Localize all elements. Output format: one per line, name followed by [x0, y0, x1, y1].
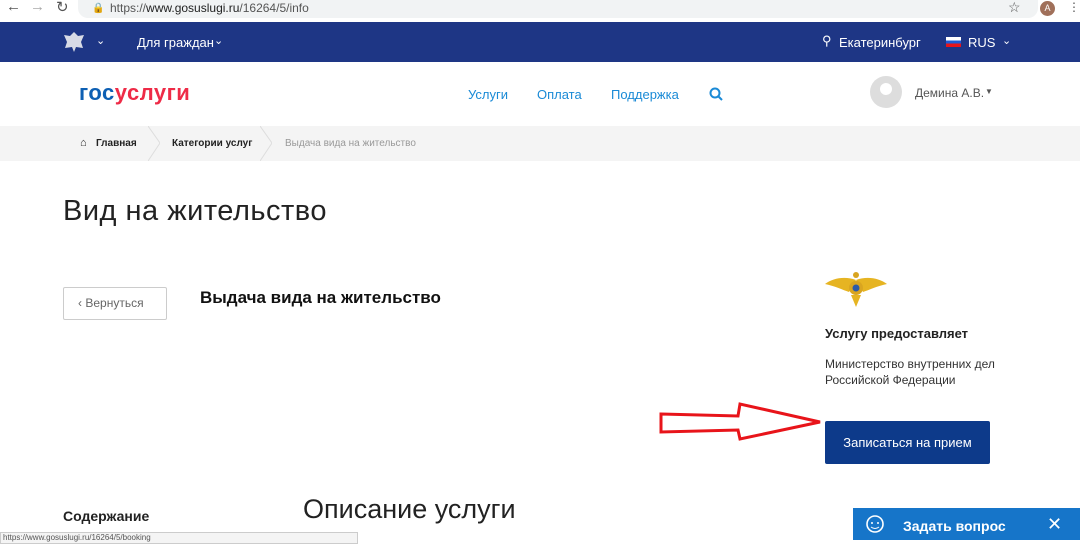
location-pin-icon: ⚲ [822, 33, 832, 48]
address-bar[interactable]: 🔒 https://www.gosuslugi.ru/16264/5/info [78, 0, 1038, 18]
description-heading: Описание услуги [303, 494, 516, 524]
ask-question-widget[interactable]: Задать вопрос ✕ [853, 508, 1080, 540]
forward-arrow-icon[interactable]: → [30, 0, 45, 15]
caret-down-icon[interactable]: ▼ [985, 87, 993, 96]
url-host: www.gosuslugi.ru [146, 1, 240, 15]
breadcrumb-separator [260, 126, 272, 161]
breadcrumb: ⌂ Главная Категории услуг Выдача вида на… [0, 126, 1080, 161]
breadcrumb-current: Выдача вида на жительство [285, 138, 416, 149]
back-label: Вернуться [85, 296, 144, 310]
support-agent-icon [866, 515, 884, 533]
city-selector[interactable]: Екатеринбург [839, 35, 921, 50]
contents-heading: Содержание [63, 508, 150, 524]
logo-part: услуги [114, 80, 191, 105]
ministry-link[interactable]: Министерство внутренних дел Российской Ф… [825, 356, 1005, 388]
provider-label: Услугу предоставляет [825, 326, 969, 341]
service-title: Выдача вида на жительство [200, 288, 441, 307]
top-bar: ⌄ Для граждан ⌄ ⚲ Екатеринбург RUS ⌄ [0, 22, 1080, 62]
audience-menu[interactable]: Для граждан [137, 35, 214, 50]
chevron-down-icon[interactable]: ⌄ [96, 34, 105, 47]
back-button[interactable]: ‹ Вернуться [63, 287, 167, 320]
breadcrumb-separator [148, 126, 160, 161]
nav-services[interactable]: Услуги [468, 87, 508, 102]
reload-icon[interactable]: ↻ [56, 0, 69, 16]
url-path: /16264/5/info [239, 1, 309, 15]
gosuslugi-logo[interactable]: госуслуги [79, 80, 190, 106]
page-title: Вид на жительство [63, 195, 327, 227]
nav-payment[interactable]: Оплата [537, 87, 582, 102]
red-arrow-annotation [659, 402, 821, 441]
coat-of-arms-icon[interactable] [62, 30, 86, 54]
mvd-emblem-icon [825, 272, 887, 307]
browser-toolbar: ← → ↻ 🔒 https://www.gosuslugi.ru/16264/5… [0, 0, 1080, 22]
search-icon[interactable] [709, 87, 723, 101]
nav-support[interactable]: Поддержка [611, 87, 679, 102]
book-appointment-button[interactable]: Записаться на прием [825, 421, 990, 464]
user-avatar[interactable] [870, 76, 902, 108]
breadcrumb-home[interactable]: Главная [96, 126, 137, 161]
menu-icon[interactable]: ⋮ [1068, 0, 1080, 14]
russian-flag-icon [946, 37, 961, 47]
ask-question-label: Задать вопрос [903, 518, 1006, 534]
home-icon: ⌂ [80, 137, 87, 149]
star-icon[interactable]: ☆ [1008, 0, 1021, 16]
breadcrumb-categories[interactable]: Категории услуг [172, 126, 252, 161]
status-bar-url: https://www.gosuslugi.ru/16264/5/booking [0, 532, 358, 544]
chevron-down-icon[interactable]: ⌄ [1002, 34, 1011, 47]
lock-icon: 🔒 [92, 3, 105, 14]
close-icon[interactable]: ✕ [1047, 514, 1062, 535]
url-prefix: https:// [110, 1, 147, 15]
language-selector[interactable]: RUS [968, 35, 995, 50]
chevron-down-icon[interactable]: ⌄ [214, 34, 223, 47]
back-arrow-icon[interactable]: ← [6, 0, 21, 15]
profile-avatar[interactable]: A [1040, 1, 1055, 16]
user-menu[interactable]: Демина А.В. [915, 86, 984, 100]
logo-part: гос [79, 80, 115, 105]
